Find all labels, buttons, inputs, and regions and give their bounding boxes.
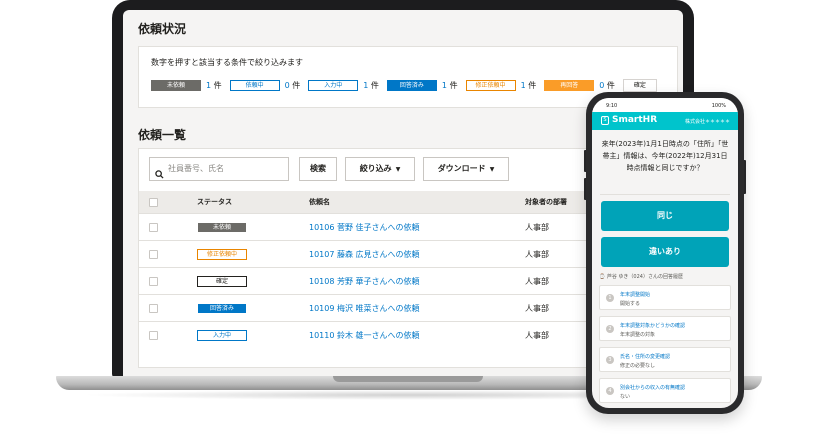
filter-badge-fix-requested: 修正依頼中 <box>465 80 516 91</box>
column-header-request-name: 依頼名 <box>309 198 330 206</box>
row-checkbox[interactable] <box>149 249 158 259</box>
filter-badge-unrequested: 未依頼 <box>151 80 201 91</box>
status-battery: 100% <box>711 103 726 109</box>
row-checkbox[interactable] <box>149 276 158 286</box>
answer-same-button[interactable]: 同じ <box>601 201 729 231</box>
survey-question: 来年(2023年)1月1日時点の「住所」「世帯主」情報は、今年(2022年)12… <box>601 140 729 172</box>
company-name: 株式会社＊＊＊＊＊ <box>684 119 730 125</box>
laptop-notch <box>333 376 483 382</box>
phone-screen: 9:10 100% S SmartHR 株式会社＊＊＊＊＊ 来年(2023年)1… <box>592 98 738 408</box>
history-answer: ない <box>620 394 631 400</box>
filter-count-fix-requested[interactable]: 1 件 <box>521 80 537 91</box>
filter-badge-answered: 回答済み <box>386 80 437 91</box>
history-item[interactable]: 3 氏名・住所の変更確認 修正の必要なし <box>599 347 731 372</box>
question-divider <box>600 194 730 195</box>
history-title: ⌚ 芦谷 ゆき（024）さんの回答履歴 <box>599 274 683 280</box>
history-answer: 開始する <box>620 301 641 307</box>
status-section-title: 依頼状況 <box>138 22 187 36</box>
history-item[interactable]: 1 年末調整開始 開始する <box>599 285 731 310</box>
history-icon: ⌚ <box>599 274 606 280</box>
phone-status-bar: 9:10 100% <box>592 98 738 112</box>
history-item[interactable]: 4 別会社からの収入の有無確認 ない <box>599 378 731 403</box>
request-link[interactable]: 10110 鈴木 雄一さんへの依頼 <box>309 322 420 348</box>
select-all-checkbox[interactable] <box>149 197 158 207</box>
filter-badge-inputting: 入力中 <box>308 80 359 91</box>
department-cell: 人事部 <box>525 276 549 286</box>
list-section-title: 依頼一覧 <box>138 128 187 142</box>
answer-different-button[interactable]: 違いあり <box>601 237 729 267</box>
filter-count-answered[interactable]: 1 件 <box>442 80 458 91</box>
status-time: 9:10 <box>606 103 618 109</box>
status-badge: 未依頼 <box>197 221 247 233</box>
status-badge: 修正依頼中 <box>197 248 247 260</box>
search-input[interactable]: 社員番号、氏名 <box>149 157 289 181</box>
download-dropdown-button[interactable]: ダウンロード ▼ <box>423 157 509 181</box>
row-checkbox[interactable] <box>149 222 158 232</box>
request-link[interactable]: 10106 菅野 佳子さんへの依頼 <box>309 214 420 240</box>
filter-count-reanswer[interactable]: 0 件 <box>599 80 615 91</box>
app-logo-text: SmartHR <box>612 115 658 125</box>
history-number: 1 <box>606 294 614 302</box>
status-badge: 入力中 <box>197 329 247 341</box>
app-header: S SmartHR 株式会社＊＊＊＊＊ <box>592 112 738 130</box>
department-cell: 人事部 <box>525 222 549 232</box>
department-cell: 人事部 <box>525 303 549 313</box>
search-icon <box>155 164 164 179</box>
history-number: 3 <box>606 356 614 364</box>
history-question-link[interactable]: 年末調整開始 <box>620 291 650 298</box>
status-badge: 確定 <box>197 275 247 287</box>
request-link[interactable]: 10107 藤森 広見さんへの依頼 <box>309 241 420 267</box>
history-answer: 修正の必要なし <box>620 363 656 369</box>
status-badge: 回答済み <box>197 302 247 314</box>
history-number: 2 <box>606 325 614 333</box>
department-cell: 人事部 <box>525 330 549 340</box>
history-item[interactable]: 2 年末調整対象かどうかの確認 年末調整の対象 <box>599 316 731 341</box>
confirm-filter-button[interactable]: 確定 <box>622 79 657 92</box>
request-link[interactable]: 10108 芳野 華子さんへの依頼 <box>309 268 420 294</box>
filter-badge-requested: 依頼中 <box>229 80 280 91</box>
department-cell: 人事部 <box>525 249 549 259</box>
filter-badge-reanswer: 再回答 <box>544 80 595 91</box>
chevron-down-icon: ▼ <box>489 166 495 173</box>
chevron-down-icon: ▼ <box>395 166 401 173</box>
history-question-link[interactable]: 年末調整対象かどうかの確認 <box>620 322 685 329</box>
column-header-department: 対象者の部署 <box>525 198 567 206</box>
filter-hint: 数字を押すと該当する条件で絞り込みます <box>151 58 303 67</box>
search-button[interactable]: 検索 <box>299 157 337 181</box>
row-checkbox[interactable] <box>149 330 158 340</box>
row-checkbox[interactable] <box>149 303 158 313</box>
history-answer: 年末調整の対象 <box>620 332 656 338</box>
history-number: 4 <box>606 387 614 395</box>
history-question-link[interactable]: 別会社からの収入の有無確認 <box>620 384 685 391</box>
filter-count-unrequested[interactable]: 1 件 <box>206 80 222 91</box>
history-question-link[interactable]: 氏名・住所の変更確認 <box>620 353 670 360</box>
filter-count-inputting[interactable]: 1 件 <box>363 80 379 91</box>
status-filter-row: 未依頼 1 件 依頼中 0 件 入力中 1 件 回答済み 1 件 修正依頼中 1… <box>151 79 657 92</box>
smarthr-logo-icon: S <box>601 116 609 125</box>
column-header-status: ステータス <box>197 198 232 206</box>
request-link[interactable]: 10109 梅沢 唯菜さんへの依頼 <box>309 295 420 321</box>
filter-dropdown-button[interactable]: 絞り込み ▼ <box>345 157 415 181</box>
phone-frame: 9:10 100% S SmartHR 株式会社＊＊＊＊＊ 来年(2023年)1… <box>586 92 744 414</box>
filter-count-requested[interactable]: 0 件 <box>285 80 301 91</box>
